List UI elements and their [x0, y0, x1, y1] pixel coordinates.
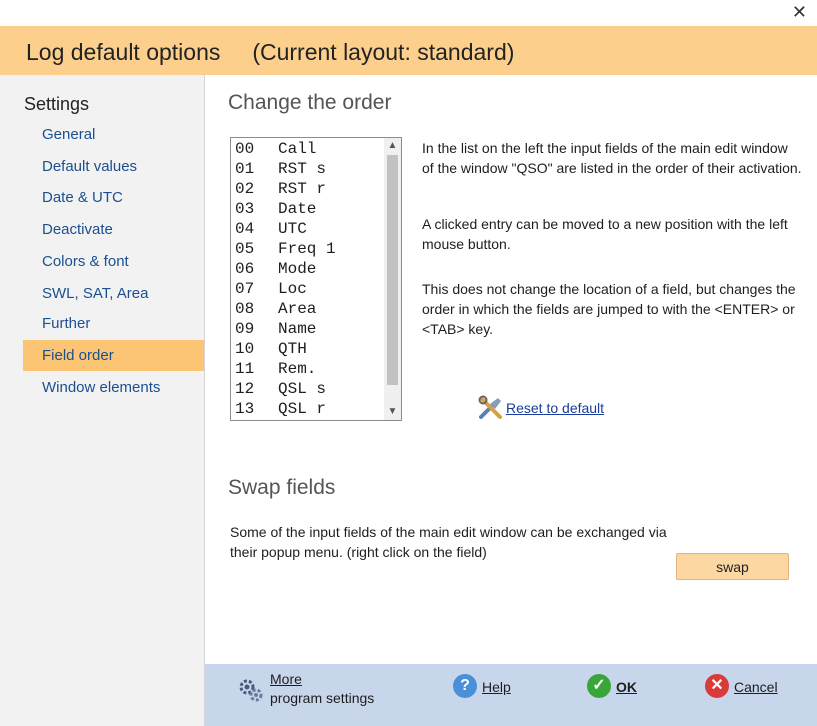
- more-program-settings-button[interactable]: More program settings: [237, 670, 387, 710]
- field-name: RST s: [278, 160, 327, 178]
- reset-to-default-link[interactable]: Reset to default: [506, 400, 604, 416]
- ok-button[interactable]: ✓ OK: [587, 674, 647, 700]
- sidebar-item-swl-sat-area[interactable]: SWL, SAT, Area: [23, 278, 204, 309]
- order-description-3: This does not change the location of a f…: [422, 281, 796, 337]
- sidebar-item-further[interactable]: Further: [23, 308, 204, 339]
- list-item[interactable]: 11 Rem.: [235, 359, 336, 379]
- cancel-x-icon: ✕: [705, 674, 729, 698]
- list-item[interactable]: 00 Call: [235, 139, 336, 159]
- field-name: Date: [278, 200, 317, 218]
- field-name: QSL s: [278, 380, 327, 398]
- scroll-up-icon[interactable]: ▲: [384, 138, 401, 154]
- sidebar-item-date-utc[interactable]: Date & UTC: [23, 182, 204, 213]
- field-number: 02: [235, 180, 255, 198]
- field-number: 01: [235, 160, 255, 178]
- list-item[interactable]: 01 RST s: [235, 159, 336, 179]
- swap-description-line2: their popup menu. (right click on the fi…: [230, 544, 487, 560]
- field-number: 07: [235, 280, 255, 298]
- cancel-label: Cancel: [734, 679, 778, 695]
- sidebar-item-general[interactable]: General: [23, 119, 204, 150]
- footer-bar: More program settings ? Help ✓ OK ✕ Canc…: [205, 664, 817, 726]
- field-number: 06: [235, 260, 255, 278]
- header-banner: Log default options (Current layout: sta…: [0, 26, 817, 75]
- sidebar-item-default-values[interactable]: Default values: [23, 151, 204, 182]
- order-description-1: In the list on the left the input fields…: [422, 140, 802, 176]
- list-item[interactable]: 02 RST r: [235, 179, 336, 199]
- help-icon: ?: [453, 674, 477, 698]
- more-label: More: [270, 671, 302, 687]
- close-icon[interactable]: ✕: [792, 2, 807, 23]
- ok-label: OK: [616, 679, 637, 695]
- help-label: Help: [482, 679, 511, 695]
- list-item[interactable]: 10 QTH: [235, 339, 336, 359]
- help-button[interactable]: ? Help: [453, 674, 523, 700]
- title-bar: ✕: [0, 0, 817, 26]
- field-number: 11: [235, 360, 255, 378]
- scroll-down-icon[interactable]: ▼: [384, 404, 401, 420]
- list-item[interactable]: 07 Loc: [235, 279, 336, 299]
- field-order-list[interactable]: 00 Call 01 RST s 02 RST r 03 Date 04 UTC 05 Freq 10…: [230, 137, 402, 421]
- order-description-2: A clicked entry can be moved to a new po…: [422, 216, 788, 252]
- field-name: UTC: [278, 220, 307, 238]
- checkmark-icon: ✓: [587, 674, 611, 698]
- sidebar-item-field-order[interactable]: Field order: [23, 340, 204, 371]
- list-item[interactable]: 12 QSL s: [235, 379, 336, 399]
- swap-description: Some of the input fields of the main edi…: [230, 522, 730, 562]
- field-number: 09: [235, 320, 255, 338]
- sidebar-item-colors-font[interactable]: Colors & font: [23, 246, 204, 277]
- field-number: 03: [235, 200, 255, 218]
- field-name: Area: [278, 300, 317, 318]
- field-name: Loc: [278, 280, 307, 298]
- field-number: 08: [235, 300, 255, 318]
- field-number: 12: [235, 380, 255, 398]
- sidebar-item-window-elements[interactable]: Window elements: [23, 372, 204, 403]
- field-name: Freq 1: [278, 240, 336, 258]
- field-number: 04: [235, 220, 255, 238]
- field-name: Rem.: [278, 360, 317, 378]
- list-item[interactable]: 04 UTC: [235, 219, 336, 239]
- change-order-title: Change the order: [228, 91, 392, 114]
- list-item[interactable]: 06 Mode: [235, 259, 336, 279]
- scroll-thumb[interactable]: [387, 155, 398, 385]
- program-settings-label: program settings: [270, 690, 375, 706]
- list-scrollbar[interactable]: ▲ ▼: [384, 138, 401, 420]
- swap-fields-title: Swap fields: [228, 476, 336, 499]
- field-name: Name: [278, 320, 317, 338]
- field-name: Call: [278, 140, 317, 158]
- sidebar-item-deactivate[interactable]: Deactivate: [23, 214, 204, 245]
- field-number: 10: [235, 340, 255, 358]
- field-name: QSL r: [278, 400, 327, 418]
- field-number: 00: [235, 140, 255, 158]
- cancel-button[interactable]: ✕ Cancel: [705, 674, 785, 700]
- sidebar-heading: Settings: [24, 94, 90, 114]
- page-title: Log default options (Current layout: sta…: [26, 39, 515, 65]
- swap-button[interactable]: swap: [676, 553, 789, 580]
- list-item[interactable]: 03 Date: [235, 199, 336, 219]
- swap-description-line1: Some of the input fields of the main edi…: [230, 524, 667, 540]
- list-item[interactable]: 09 Name: [235, 319, 336, 339]
- list-item[interactable]: 13 QSL r: [235, 399, 336, 419]
- gears-icon: [239, 679, 263, 702]
- tools-icon: [478, 395, 502, 419]
- field-number: 13: [235, 400, 255, 418]
- list-item[interactable]: 05 Freq 1: [235, 239, 336, 259]
- list-item[interactable]: 08 Area: [235, 299, 336, 319]
- sidebar: Settings General Default values Date & U…: [0, 75, 205, 726]
- field-name: QTH: [278, 340, 307, 358]
- field-number: 05: [235, 240, 255, 258]
- field-order-rows: 00 Call 01 RST s 02 RST r 03 Date 04 UTC 05 Freq 10…: [235, 139, 336, 419]
- field-name: Mode: [278, 260, 317, 278]
- field-name: RST r: [278, 180, 327, 198]
